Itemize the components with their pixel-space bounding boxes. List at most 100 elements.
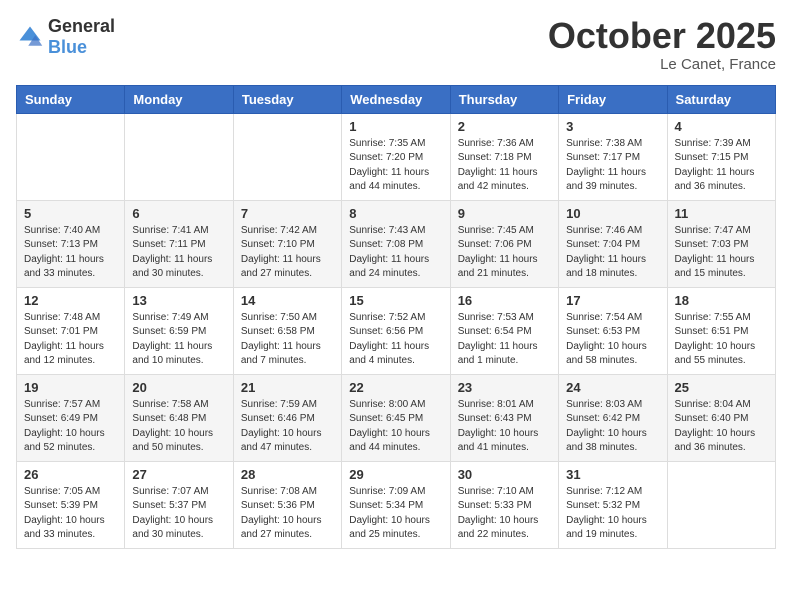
weekday-header-saturday: Saturday [667, 85, 775, 113]
day-number: 8 [349, 206, 442, 221]
day-info: Sunrise: 7:59 AMSunset: 6:46 PMDaylight:… [241, 398, 334, 456]
day-number: 31 [566, 467, 659, 482]
calendar-cell: 24 Sunrise: 8:03 AMSunset: 6:42 PMDayligh… [559, 374, 667, 461]
day-info: Sunrise: 7:50 AMSunset: 6:58 PMDaylight:… [241, 311, 334, 369]
day-info: Sunrise: 7:35 AMSunset: 7:20 PMDaylight:… [349, 137, 442, 195]
day-number: 30 [458, 467, 551, 482]
calendar-cell: 18 Sunrise: 7:55 AMSunset: 6:51 PMDayligh… [667, 287, 775, 374]
weekday-header-sunday: Sunday [17, 85, 125, 113]
day-info: Sunrise: 7:52 AMSunset: 6:56 PMDaylight:… [349, 311, 442, 369]
calendar-cell: 14 Sunrise: 7:50 AMSunset: 6:58 PMDayligh… [233, 287, 341, 374]
day-number: 14 [241, 293, 334, 308]
day-info: Sunrise: 8:03 AMSunset: 6:42 PMDaylight:… [566, 398, 659, 456]
day-number: 27 [132, 467, 225, 482]
location: Le Canet, France [548, 56, 776, 73]
day-info: Sunrise: 8:01 AMSunset: 6:43 PMDaylight:… [458, 398, 551, 456]
calendar-cell: 8Sunrise: 7:43 AMSunset: 7:08 PMDaylight… [342, 200, 450, 287]
calendar-cell: 15 Sunrise: 7:52 AMSunset: 6:56 PMDayligh… [342, 287, 450, 374]
day-number: 22 [349, 380, 442, 395]
day-number: 20 [132, 380, 225, 395]
day-info: Sunrise: 7:41 AMSunset: 7:11 PMDaylight:… [132, 224, 225, 282]
day-number: 3 [566, 119, 659, 134]
day-number: 13 [132, 293, 225, 308]
calendar-cell [125, 113, 233, 200]
day-info: Sunrise: 7:58 AMSunset: 6:48 PMDaylight:… [132, 398, 225, 456]
calendar-cell: 4Sunrise: 7:39 AMSunset: 7:15 PMDaylight… [667, 113, 775, 200]
day-info: Sunrise: 7:49 AMSunset: 6:59 PMDaylight:… [132, 311, 225, 369]
day-number: 4 [675, 119, 768, 134]
calendar-week-1: 1 Sunrise: 7:35 AMSunset: 7:20 PMDaylight… [17, 113, 776, 200]
calendar-cell: 5 Sunrise: 7:40 AMSunset: 7:13 PMDaylight… [17, 200, 125, 287]
calendar-week-2: 5 Sunrise: 7:40 AMSunset: 7:13 PMDaylight… [17, 200, 776, 287]
calendar-cell: 30 Sunrise: 7:10 AMSunset: 5:33 PMDayligh… [450, 461, 558, 548]
day-info: Sunrise: 7:53 AMSunset: 6:54 PMDaylight:… [458, 311, 551, 369]
calendar-cell: 31 Sunrise: 7:12 AMSunset: 5:32 PMDayligh… [559, 461, 667, 548]
calendar-table: SundayMondayTuesdayWednesdayThursdayFrid… [16, 85, 776, 549]
calendar-cell: 21 Sunrise: 7:59 AMSunset: 6:46 PMDayligh… [233, 374, 341, 461]
calendar-cell [17, 113, 125, 200]
day-info: Sunrise: 7:38 AMSunset: 7:17 PMDaylight:… [566, 137, 659, 195]
weekday-header-tuesday: Tuesday [233, 85, 341, 113]
title-block: October 2025 Le Canet, France [548, 16, 776, 73]
calendar-body: 1 Sunrise: 7:35 AMSunset: 7:20 PMDaylight… [17, 113, 776, 548]
day-number: 21 [241, 380, 334, 395]
day-number: 18 [675, 293, 768, 308]
calendar-cell: 3 Sunrise: 7:38 AMSunset: 7:17 PMDaylight… [559, 113, 667, 200]
day-info: Sunrise: 7:36 AMSunset: 7:18 PMDaylight:… [458, 137, 551, 195]
day-info: Sunrise: 8:00 AMSunset: 6:45 PMDaylight:… [349, 398, 442, 456]
day-info: Sunrise: 7:57 AMSunset: 6:49 PMDaylight:… [24, 398, 117, 456]
calendar-header-row: SundayMondayTuesdayWednesdayThursdayFrid… [17, 85, 776, 113]
calendar-week-5: 26Sunrise: 7:05 AMSunset: 5:39 PMDayligh… [17, 461, 776, 548]
day-number: 7 [241, 206, 334, 221]
day-number: 15 [349, 293, 442, 308]
day-info: Sunrise: 7:42 AMSunset: 7:10 PMDaylight:… [241, 224, 334, 282]
calendar-cell: 7 Sunrise: 7:42 AMSunset: 7:10 PMDaylight… [233, 200, 341, 287]
calendar-cell: 16 Sunrise: 7:53 AMSunset: 6:54 PMDayligh… [450, 287, 558, 374]
calendar-cell: 6 Sunrise: 7:41 AMSunset: 7:11 PMDaylight… [125, 200, 233, 287]
logo-icon [16, 23, 44, 51]
day-number: 11 [675, 206, 768, 221]
day-number: 12 [24, 293, 117, 308]
page-header: General Blue October 2025 Le Canet, Fran… [16, 16, 776, 73]
day-info: Sunrise: 7:46 AMSunset: 7:04 PMDaylight:… [566, 224, 659, 282]
calendar-cell [667, 461, 775, 548]
calendar-cell: 11Sunrise: 7:47 AMSunset: 7:03 PMDayligh… [667, 200, 775, 287]
calendar-cell: 12 Sunrise: 7:48 AMSunset: 7:01 PMDayligh… [17, 287, 125, 374]
day-info: Sunrise: 7:45 AMSunset: 7:06 PMDaylight:… [458, 224, 551, 282]
day-info: Sunrise: 7:48 AMSunset: 7:01 PMDaylight:… [24, 311, 117, 369]
calendar-cell: 27Sunrise: 7:07 AMSunset: 5:37 PMDayligh… [125, 461, 233, 548]
weekday-header-wednesday: Wednesday [342, 85, 450, 113]
day-number: 23 [458, 380, 551, 395]
day-info: Sunrise: 7:55 AMSunset: 6:51 PMDaylight:… [675, 311, 768, 369]
calendar-cell: 17Sunrise: 7:54 AMSunset: 6:53 PMDayligh… [559, 287, 667, 374]
day-number: 29 [349, 467, 442, 482]
day-number: 5 [24, 206, 117, 221]
day-number: 6 [132, 206, 225, 221]
day-number: 17 [566, 293, 659, 308]
day-number: 16 [458, 293, 551, 308]
calendar-cell: 20 Sunrise: 7:58 AMSunset: 6:48 PMDayligh… [125, 374, 233, 461]
calendar-cell: 1 Sunrise: 7:35 AMSunset: 7:20 PMDaylight… [342, 113, 450, 200]
day-info: Sunrise: 7:09 AMSunset: 5:34 PMDaylight:… [349, 485, 442, 543]
calendar-cell: 13 Sunrise: 7:49 AMSunset: 6:59 PMDayligh… [125, 287, 233, 374]
day-number: 25 [675, 380, 768, 395]
day-info: Sunrise: 8:04 AMSunset: 6:40 PMDaylight:… [675, 398, 768, 456]
day-number: 26 [24, 467, 117, 482]
day-info: Sunrise: 7:12 AMSunset: 5:32 PMDaylight:… [566, 485, 659, 543]
day-info: Sunrise: 7:40 AMSunset: 7:13 PMDaylight:… [24, 224, 117, 282]
day-number: 9 [458, 206, 551, 221]
calendar-cell: 28Sunrise: 7:08 AMSunset: 5:36 PMDayligh… [233, 461, 341, 548]
calendar-cell: 22 Sunrise: 8:00 AMSunset: 6:45 PMDayligh… [342, 374, 450, 461]
weekday-header-thursday: Thursday [450, 85, 558, 113]
day-number: 1 [349, 119, 442, 134]
day-info: Sunrise: 7:08 AMSunset: 5:36 PMDaylight:… [241, 485, 334, 543]
day-info: Sunrise: 7:10 AMSunset: 5:33 PMDaylight:… [458, 485, 551, 543]
day-number: 24 [566, 380, 659, 395]
logo-general: General [48, 16, 115, 36]
calendar-cell: 23 Sunrise: 8:01 AMSunset: 6:43 PMDayligh… [450, 374, 558, 461]
calendar-week-4: 19 Sunrise: 7:57 AMSunset: 6:49 PMDayligh… [17, 374, 776, 461]
calendar-cell [233, 113, 341, 200]
day-number: 19 [24, 380, 117, 395]
logo: General Blue [16, 16, 115, 58]
calendar-cell: 29 Sunrise: 7:09 AMSunset: 5:34 PMDayligh… [342, 461, 450, 548]
